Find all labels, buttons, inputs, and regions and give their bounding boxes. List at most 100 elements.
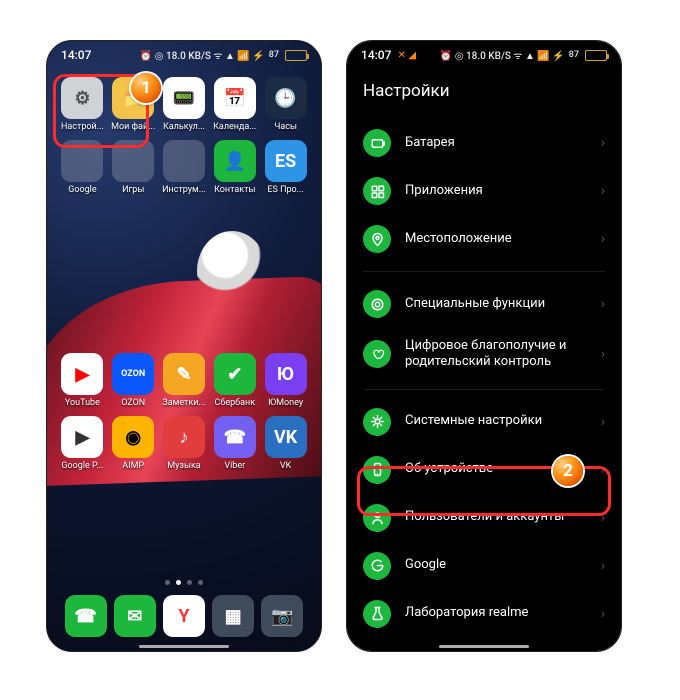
settings-row-apps[interactable]: Приложения› [347, 167, 621, 215]
app-label: Viber [224, 461, 245, 471]
nav-handle[interactable] [439, 645, 529, 648]
settings-row-system[interactable]: Системные настройки › [347, 398, 621, 446]
app-googlep[interactable]: ▶Google P... [57, 416, 108, 471]
app-phone[interactable]: ☎Phone [65, 595, 107, 637]
app-yandex[interactable]: YYandex [163, 595, 205, 637]
special-icon [363, 290, 391, 318]
app-label: AIMP [122, 461, 144, 471]
app-label: Инструм... [162, 185, 206, 195]
battery-icon [363, 129, 391, 157]
chevron-right-icon: › [601, 231, 605, 247]
app-label: Заметки... [162, 398, 205, 408]
chevron-right-icon: › [601, 606, 605, 622]
nav-handle[interactable] [139, 645, 229, 648]
app-es[interactable]: ESES Про... [260, 140, 311, 195]
settings-row-label: Системные настройки [405, 413, 542, 429]
cam-icon: 📷 [261, 595, 303, 637]
clock-icon: 🕒 [265, 77, 307, 119]
phone-settings-screen: 14:07 ✕ ◢ ⏰ ◎ 18.0 KB/S ᯤ ▲ 📶 ⚡ 87 Настр… [346, 40, 622, 652]
app-google[interactable]: Google [57, 140, 108, 195]
apps-icon: ▦ [212, 595, 254, 637]
app-label: Калькул... [163, 122, 205, 132]
settings-row-label: Местоположение [405, 231, 512, 247]
page-indicator[interactable] [47, 580, 321, 585]
wallpaper-astronaut [197, 231, 267, 311]
chevron-right-icon: › [601, 558, 605, 574]
sber-icon: ✔ [214, 353, 256, 395]
chevron-right-icon: › [601, 296, 605, 312]
app-label: Google [68, 185, 96, 195]
settings-row-label: Цифровое благополучие и родительский кон… [405, 338, 587, 371]
status-time: 14:07 [61, 48, 91, 62]
app-messages[interactable]: ✉Messages [114, 595, 156, 637]
app-label: Часы [274, 122, 297, 132]
aimp-icon: ◉ [112, 416, 154, 458]
app-aimp[interactable]: ◉ AIMP [108, 416, 159, 471]
settings-row-label: Приложения [405, 183, 483, 199]
battery-icon [285, 50, 307, 61]
battery-icon [585, 50, 607, 61]
dock: ☎Phone✉MessagesYYandex▦Apps📷Camera [47, 595, 321, 643]
app-[interactable]: 👤 Контакты [209, 140, 260, 195]
app-ozon[interactable]: OZON OZON [108, 353, 159, 408]
settings-row-special[interactable]: Специальные функции› [347, 280, 621, 328]
settings-row-lab[interactable]: Лаборатория realme › [347, 590, 621, 638]
settings-row-label: Батарея [405, 135, 455, 151]
app-viber[interactable]: ☎Viber [209, 416, 260, 471]
system-icon [363, 408, 391, 436]
app-[interactable]: Игры [108, 140, 159, 195]
app-row-3: ▶YouTubeOZONOZON✎Заметки...✔СбербанкЮЮMo… [47, 345, 321, 408]
app-vk[interactable]: VKVK [260, 416, 311, 471]
status-icons: ⏰ ◎ 18.0 KB/S ᯤ ▲ 📶 ⚡ 87 [440, 48, 607, 62]
app-label: Сбербанк [214, 398, 255, 408]
settings-row-label: Лаборатория realme [405, 605, 528, 621]
settings-row-location[interactable]: Местоположение › [347, 215, 621, 263]
separator [363, 271, 605, 272]
note-icon: ✎ [163, 353, 205, 395]
settings-title: Настройки [347, 69, 621, 119]
app-youtube[interactable]: ▶YouTube [57, 353, 108, 408]
chevron-right-icon: › [601, 346, 605, 362]
settings-row-battery[interactable]: Батарея› [347, 119, 621, 167]
contacts-icon: 👤 [214, 140, 256, 182]
status-time: 14:07 [361, 48, 391, 62]
settings-row-wellbeing[interactable]: Цифровое благополучие и родительский кон… [347, 328, 621, 381]
app-camera[interactable]: 📷Camera [261, 595, 303, 637]
app-[interactable]: 🕒 Часы [260, 77, 311, 132]
yand-icon: Y [163, 595, 205, 637]
app-label: YouTube [65, 398, 100, 408]
phone-home-screen: 14:07 ⏰ ◎ 18.0 KB/S ᯤ ▲ 📶 ⚡ 87 ⚙Настрой.… [46, 40, 322, 652]
app-row-4: ▶Google P...◉ AIMP ♪ Музыка ☎ViberVKVK [47, 408, 321, 471]
music-icon: ♪ [163, 416, 205, 458]
separator [363, 389, 605, 390]
ozon-icon: OZON [112, 353, 154, 395]
apps-icon [363, 177, 391, 205]
app-money[interactable]: ЮЮMoney [260, 353, 311, 408]
app-[interactable]: Инструм... [159, 140, 210, 195]
app-[interactable]: ✔ Сбербанк [209, 353, 260, 408]
settings-row-label: Google [405, 557, 446, 573]
cal-icon: 📅 [214, 77, 256, 119]
phone-icon: ☎ [65, 595, 107, 637]
vk-icon: VK [265, 416, 307, 458]
msg-icon: ✉ [114, 595, 156, 637]
status-icons: ⏰ ◎ 18.0 KB/S ᯤ ▲ 📶 ⚡ 87 [140, 48, 307, 62]
app-label: Google P... [61, 461, 103, 471]
app-label: OZON [121, 398, 145, 408]
app-[interactable]: ✎ Заметки... [159, 353, 210, 408]
chevron-right-icon: › [601, 414, 605, 430]
app-label: Контакты [214, 185, 255, 195]
yoo-icon: Ю [265, 353, 307, 395]
es-icon: ES [265, 140, 307, 182]
folder-multi-icon [163, 140, 205, 182]
app-[interactable]: 📅 Календа... [209, 77, 260, 132]
app-[interactable]: 📟Калькул... [159, 77, 210, 132]
app-label: Музыка [167, 461, 200, 471]
google-icon [363, 552, 391, 580]
app-apps[interactable]: ▦Apps [212, 595, 254, 637]
settings-group-1: Батарея›Приложения› Местоположение › [347, 119, 621, 263]
app-[interactable]: ♪ Музыка [159, 416, 210, 471]
app-label: Игры [122, 185, 144, 195]
app-label: Календа... [213, 122, 256, 132]
settings-row-google[interactable]: Google › [347, 542, 621, 590]
